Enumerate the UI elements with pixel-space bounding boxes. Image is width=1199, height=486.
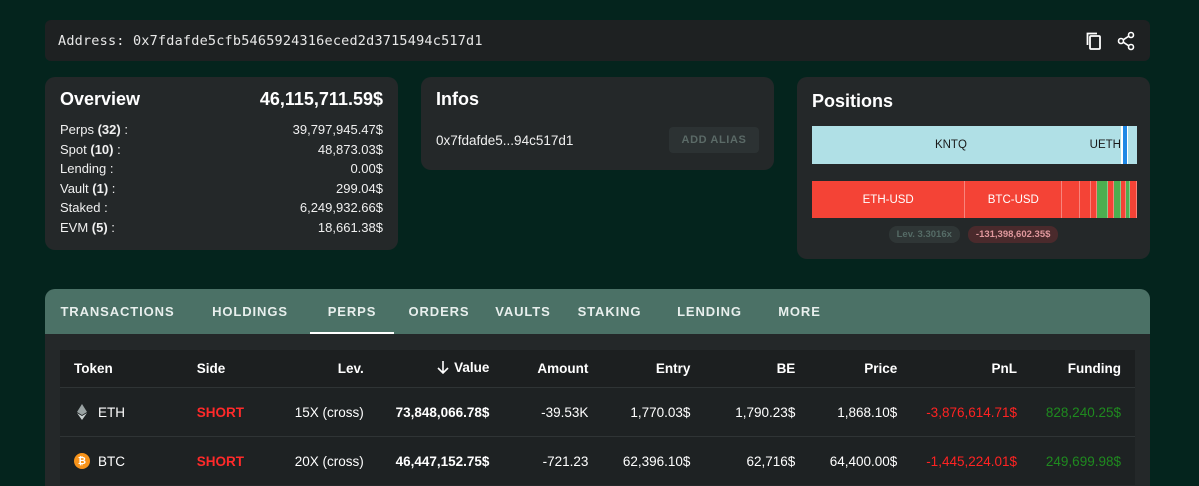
- share-icon[interactable]: [1115, 30, 1137, 52]
- short-address: 0x7fdafde5...94c517d1: [436, 132, 574, 148]
- tab-vaults[interactable]: VAULTS: [484, 289, 562, 334]
- header-amount[interactable]: Amount: [503, 361, 602, 376]
- overview-row: Lending : 0.00$: [60, 159, 383, 179]
- tab-perps[interactable]: PERPS: [310, 289, 394, 334]
- cell-pnl: -3,876,614.71$: [926, 404, 1018, 420]
- eth-icon: [74, 404, 90, 420]
- overview-row-value: 39,797,945.47$: [292, 122, 383, 137]
- btc-icon: ₿: [74, 453, 90, 469]
- arrow-down-icon: [436, 360, 450, 377]
- header-funding[interactable]: Funding: [1031, 361, 1135, 376]
- header-token[interactable]: Token: [60, 361, 183, 376]
- tab-transactions[interactable]: TRANSACTIONS: [45, 289, 190, 334]
- cell-entry: 1,770.03$: [630, 404, 691, 420]
- bar-segment[interactable]: UETH: [1089, 126, 1121, 164]
- spot-allocation-bar: KNTQ UETH: [812, 126, 1137, 164]
- overview-row-label: Spot (10) :: [60, 141, 121, 157]
- leverage-badge: Lev. 3.3016x: [888, 226, 960, 243]
- header-lev[interactable]: Lev.: [277, 361, 378, 376]
- overview-row-label: Staked :: [60, 200, 108, 215]
- overview-row-label: Vault (1) :: [60, 180, 116, 196]
- tab-orders[interactable]: ORDERS: [394, 289, 484, 334]
- infos-title: Infos: [436, 89, 479, 109]
- bar-segment[interactable]: ETH-USD: [812, 181, 966, 218]
- perps-panel: TRANSACTIONS HOLDINGS PERPS ORDERS VAULTS STA…: [45, 289, 1150, 486]
- overview-row: Spot (10) : 48,873.03$: [60, 140, 383, 160]
- table-row[interactable]: ₿ BTC SHORT 20X (cross) 46,447,152.75$ -721.2…: [60, 436, 1135, 485]
- cell-token: ₿ BTC: [60, 453, 183, 469]
- bar-segment[interactable]: [1127, 126, 1137, 164]
- bar-segment[interactable]: [1129, 181, 1137, 218]
- cell-be: 1,790.23$: [735, 404, 796, 420]
- address-bar: Address: 0x7fdafde5cfb5465924316eced2d37…: [45, 20, 1150, 61]
- cell-side: SHORT: [196, 404, 244, 420]
- overview-row: Staked : 6,249,932.66$: [60, 198, 383, 218]
- tab-more[interactable]: MORE: [762, 289, 837, 334]
- pnl-badge: -131,398,602.35$: [967, 226, 1059, 243]
- overview-row-label: EVM (5) :: [60, 219, 115, 235]
- infos-card: Infos 0x7fdafde5...94c517d1 ADD ALIAS: [421, 77, 774, 170]
- overview-row-value: 299.04$: [336, 180, 383, 196]
- overview-row-value: 18,661.38$: [317, 219, 383, 235]
- header-entry[interactable]: Entry: [602, 361, 704, 376]
- cell-token: ETH: [60, 404, 183, 420]
- add-alias-button[interactable]: ADD ALIAS: [669, 127, 759, 153]
- token-name: ETH: [98, 404, 125, 420]
- overview-row-value: 0.00$: [350, 161, 383, 176]
- cell-value: 73,848,066.78$: [395, 404, 490, 420]
- cell-lev: 15X (cross): [294, 404, 364, 420]
- header-value-label: Value: [454, 360, 490, 376]
- header-be[interactable]: BE: [704, 361, 809, 376]
- cell-lev: 20X (cross): [294, 453, 364, 469]
- overview-total: 46,115,711.59$: [259, 89, 383, 109]
- tab-holdings[interactable]: HOLDINGS: [190, 289, 310, 334]
- header-side[interactable]: Side: [183, 361, 277, 376]
- overview-row-label: Lending :: [60, 161, 114, 176]
- cell-funding: 249,699.98$: [1045, 453, 1121, 469]
- cell-amount: -39.53K: [541, 404, 589, 420]
- overview-row-value: 48,873.03$: [317, 141, 383, 157]
- table-header: Token Side Lev. Value Amount Entry BE Pr…: [60, 350, 1135, 387]
- copy-icon[interactable]: [1083, 30, 1105, 52]
- bar-segment[interactable]: BTC-USD: [965, 181, 1063, 218]
- overview-row-label: Perps (32) :: [60, 122, 128, 137]
- overview-row-value: 6,249,932.66$: [299, 200, 383, 215]
- bar-segment[interactable]: KNTQ: [812, 126, 1090, 164]
- bar-segment[interactable]: [1079, 181, 1091, 218]
- perp-allocation-bar: ETH-USD BTC-USD: [812, 181, 1137, 218]
- cell-side: SHORT: [196, 453, 244, 469]
- address-text: Address: 0x7fdafde5cfb5465924316eced2d37…: [58, 32, 483, 49]
- cell-amount: -721.23: [542, 453, 589, 469]
- cell-value: 46,447,152.75$: [395, 453, 490, 469]
- header-price[interactable]: Price: [809, 361, 911, 376]
- overview-row: Perps (32) : 39,797,945.47$: [60, 120, 383, 140]
- cell-be: 62,716$: [746, 453, 796, 469]
- perps-table: Token Side Lev. Value Amount Entry BE Pr…: [60, 350, 1135, 485]
- overview-row: Vault (1) : 299.04$: [60, 179, 383, 199]
- overview-title: Overview: [60, 89, 141, 109]
- cell-price: 1,868.10$: [837, 404, 898, 420]
- positions-title: Positions: [812, 91, 894, 111]
- bar-segment[interactable]: [1096, 181, 1108, 218]
- overview-row: EVM (5) : 18,661.38$: [60, 218, 383, 238]
- token-name: BTC: [98, 453, 125, 469]
- tab-lending[interactable]: LENDING: [657, 289, 762, 334]
- overview-card: Overview 46,115,711.59$ Perps (32) : 39,7…: [45, 77, 398, 250]
- header-pnl[interactable]: PnL: [911, 361, 1031, 376]
- cell-funding: 828,240.25$: [1045, 404, 1121, 420]
- cell-entry: 62,396.10$: [622, 453, 691, 469]
- cell-price: 64,400.00$: [829, 453, 898, 469]
- tab-bar: TRANSACTIONS HOLDINGS PERPS ORDERS VAULTS STA…: [45, 289, 1150, 334]
- header-value[interactable]: Value: [378, 360, 504, 377]
- tab-staking[interactable]: STAKING: [562, 289, 657, 334]
- bar-segment[interactable]: [1062, 181, 1080, 218]
- cell-pnl: -1,445,224.01$: [926, 453, 1018, 469]
- table-row[interactable]: ETH SHORT 15X (cross) 73,848,066.78$ -39.53K…: [60, 387, 1135, 436]
- positions-card: Positions KNTQ UETH ETH-USD BTC-USD Lev. 3…: [797, 77, 1150, 259]
